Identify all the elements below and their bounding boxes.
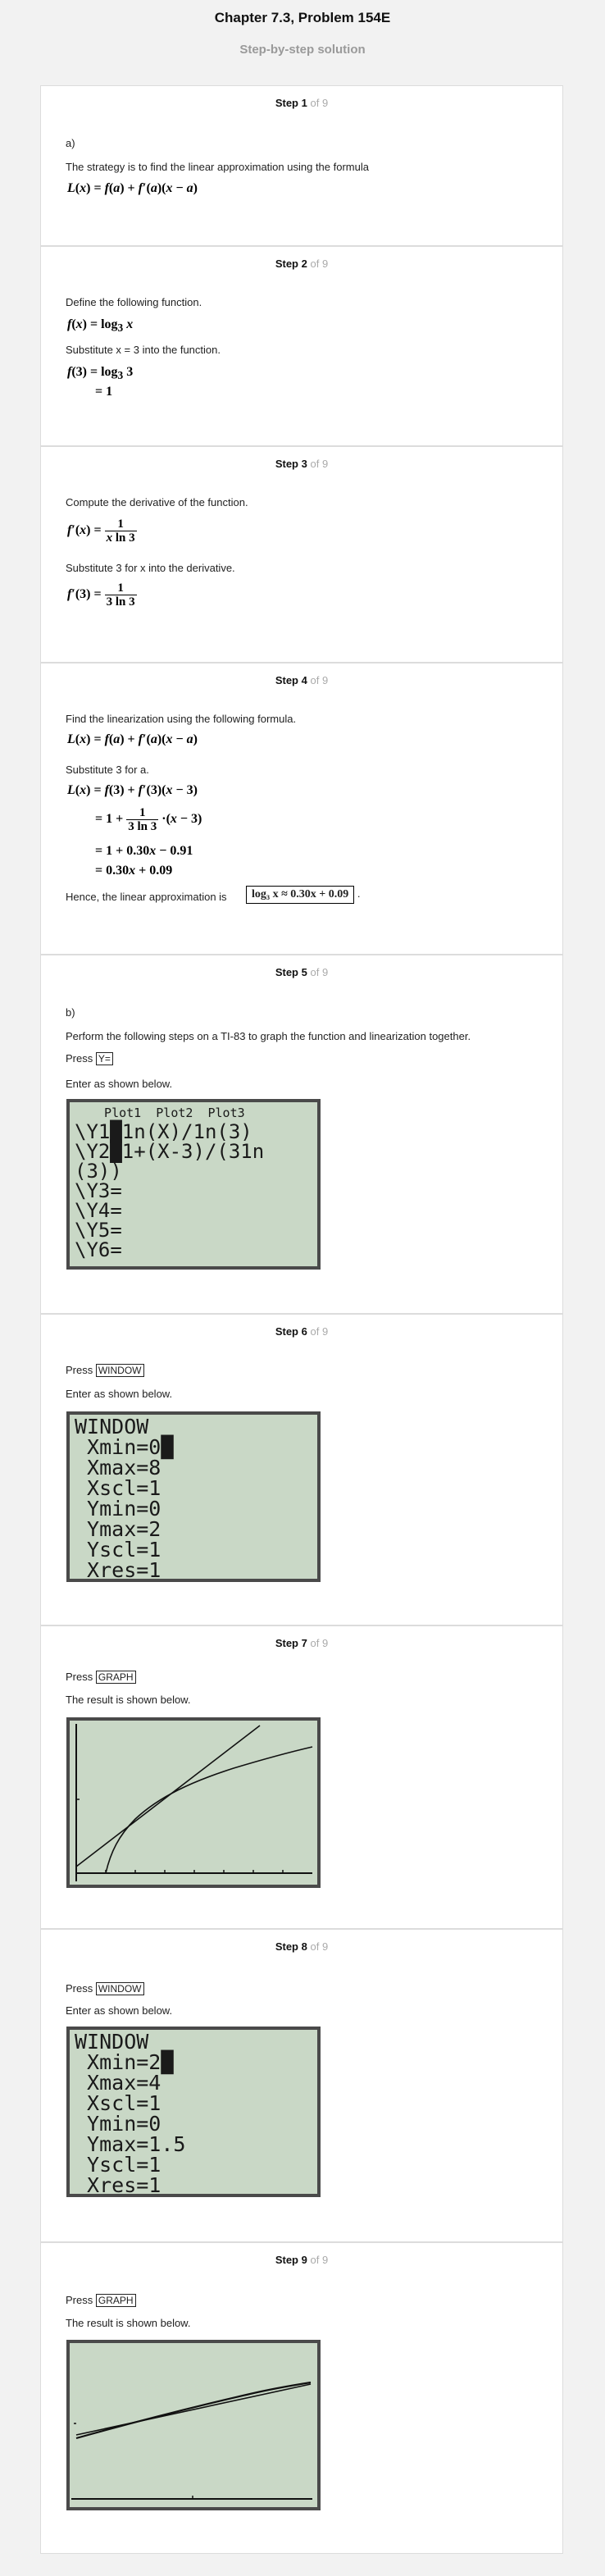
calculator-key-graph[interactable]: GRAPH — [95, 2294, 136, 2307]
formula: = 1 + 0.30x − 0.91 — [95, 844, 193, 858]
calculator-screen: WINDOW Xmin=0█ Xmax=8 Xscl=1 Ymin=0 Ymax… — [66, 1411, 321, 1582]
step-card-5: Step 5 of 9 b) Perform the following ste… — [40, 955, 563, 1314]
formula: = 1 — [95, 385, 113, 399]
press-line: Press GRAPH — [66, 2294, 136, 2307]
calculator-key-window[interactable]: WINDOW — [95, 1982, 144, 1995]
step-heading: Step 8 of 9 — [275, 1940, 329, 1953]
formula: f′(x) = 1x ln 3 — [67, 517, 137, 545]
calculator-screen: Plot1 Plot2 Plot3 \Y1█1n(X)/1n(3) \Y2█1+… — [66, 1099, 321, 1270]
step-heading: Step 4 of 9 — [275, 674, 329, 686]
log-curve — [75, 2381, 312, 2440]
formula: f′(3) = 13 ln 3 — [67, 581, 137, 609]
formula: = 1 + 13 ln 3 ·(x − 3) — [95, 806, 202, 833]
step-text: Hence, the linear approximation is — [66, 891, 227, 903]
step-text: The result is shown below. — [66, 2317, 191, 2329]
formula: L(x) = f(a) + f′(a)(x − a) — [67, 181, 198, 195]
linearization-line — [75, 1725, 261, 1867]
solution-page: Chapter 7.3, Problem 154E Step-by-step s… — [0, 0, 605, 2576]
graph-plot — [71, 2381, 312, 2500]
calculator-key-graph[interactable]: GRAPH — [95, 1671, 136, 1684]
step-text: Compute the derivative of the function. — [66, 496, 248, 508]
formula: L(x) = f(3) + f′(3)(x − 3) — [67, 783, 198, 797]
press-line: Press WINDOW — [66, 1982, 144, 1995]
formula: = 0.30x + 0.09 — [95, 864, 173, 878]
formula: f(3) = log3 3 — [67, 365, 134, 382]
step-card-4: Step 4 of 9 Find the linearization using… — [40, 663, 563, 955]
step-heading: Step 6 of 9 — [275, 1325, 329, 1338]
step-text: Enter as shown below. — [66, 1078, 173, 1090]
step-heading: Step 9 of 9 — [275, 2254, 329, 2266]
step-heading: Step 7 of 9 — [275, 1637, 329, 1649]
part-label: a) — [66, 137, 75, 149]
step-heading: Step 2 of 9 — [275, 258, 329, 270]
formula: L(x) = f(a) + f′(a)(x − a) — [67, 732, 198, 746]
answer-box: log₃ x ≈ 0.30x + 0.09 . — [246, 886, 360, 904]
page-title: Chapter 7.3, Problem 154E — [214, 10, 391, 25]
calculator-graph-screen — [66, 2340, 321, 2510]
calculator-screen: WINDOW Xmin=2█ Xmax=4 Xscl=1 Ymin=0 Ymax… — [66, 2027, 321, 2197]
press-line: Press GRAPH — [66, 1671, 136, 1684]
step-text: Perform the following steps on a TI-83 t… — [66, 1030, 471, 1042]
step-text: The strategy is to find the linear appro… — [66, 161, 369, 173]
step-text: Enter as shown below. — [66, 1388, 173, 1400]
step-text: Define the following function. — [66, 296, 202, 308]
step-card-8: Step 8 of 9 Press WINDOW Enter as shown … — [40, 1929, 563, 2242]
formula: f(x) = log3 x — [67, 317, 134, 335]
linearization-line — [75, 2383, 312, 2436]
step-heading: Step 3 of 9 — [275, 458, 329, 470]
graph-plot — [75, 1724, 313, 1881]
calculator-key-window[interactable]: WINDOW — [95, 1364, 144, 1377]
step-card-7: Step 7 of 9 Press GRAPH The result is sh… — [40, 1625, 563, 1929]
step-card-9: Step 9 of 9 Press GRAPH The result is sh… — [40, 2242, 563, 2554]
step-text: The result is shown below. — [66, 1694, 191, 1706]
calculator-graph-screen — [66, 1717, 321, 1888]
step-heading: Step 1 of 9 — [275, 97, 329, 109]
press-line: Press WINDOW — [66, 1364, 144, 1377]
step-text: Find the linearization using the followi… — [66, 713, 297, 725]
step-card-3: Step 3 of 9 Compute the derivative of th… — [40, 446, 563, 663]
step-text: Substitute x = 3 into the function. — [66, 344, 221, 356]
log-curve — [105, 1746, 313, 1874]
step-card-6: Step 6 of 9 Press WINDOW Enter as shown … — [40, 1314, 563, 1625]
step-card-1: Step 1 of 9 a) The strategy is to find t… — [40, 85, 563, 246]
page-subtitle: Step-by-step solution — [239, 43, 366, 57]
step-card-2: Step 2 of 9 Define the following functio… — [40, 246, 563, 446]
step-text: Substitute 3 for a. — [66, 764, 149, 776]
step-text: Substitute 3 for x into the derivative. — [66, 562, 235, 574]
calculator-key-y-equals[interactable]: Y= — [95, 1052, 113, 1065]
step-text: Enter as shown below. — [66, 2004, 173, 2017]
press-line: Press Y= — [66, 1052, 113, 1065]
step-heading: Step 5 of 9 — [275, 966, 329, 978]
part-label: b) — [66, 1006, 75, 1019]
